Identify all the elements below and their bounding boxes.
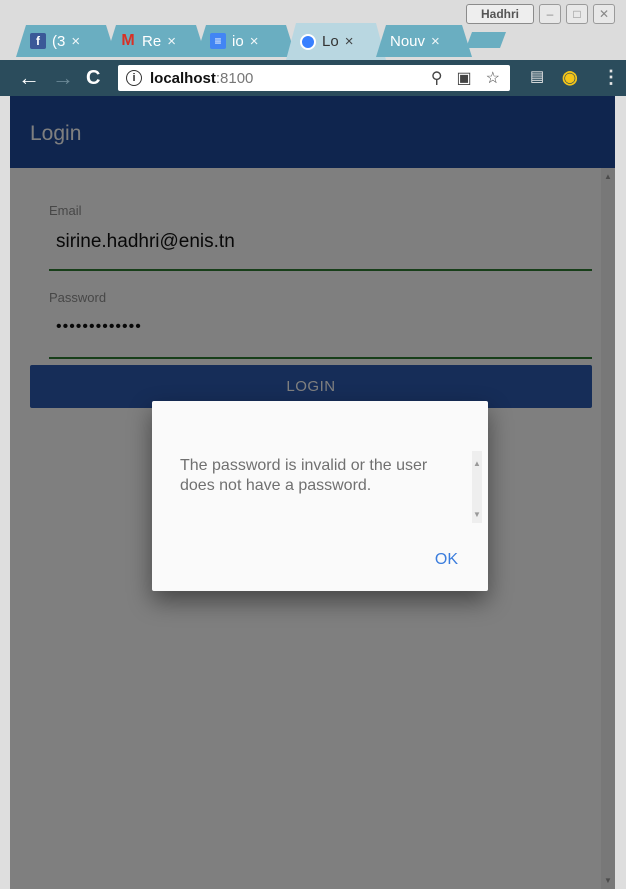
extension-c-icon[interactable]: ◉ <box>562 67 578 88</box>
minimize-icon[interactable]: – <box>539 4 561 24</box>
key-icon[interactable]: ⚲ <box>431 68 443 88</box>
tab-title: Nouv <box>390 32 426 50</box>
tab-title: Re <box>142 32 162 50</box>
gmail-icon: M <box>121 32 135 49</box>
tab-title: io <box>232 32 244 50</box>
facebook-icon: f <box>30 33 46 49</box>
address-bar[interactable]: i localhost:8100 ⚲ ▣ ☆ <box>118 65 510 91</box>
close-window-icon[interactable]: ✕ <box>593 4 615 24</box>
tab-close-icon[interactable]: × <box>167 33 176 50</box>
docs-icon: ≡ <box>210 33 226 49</box>
tab-close-icon[interactable]: × <box>431 33 440 50</box>
alert-dialog: The password is invalid or the user does… <box>152 401 488 591</box>
browser-toolbar: ← → C i localhost:8100 ⚲ ▣ ☆ ▤ ◉ ⋮ <box>0 60 626 96</box>
translate-icon[interactable]: ▣ <box>457 68 472 88</box>
tab-close-icon[interactable]: × <box>71 33 80 50</box>
reload-icon[interactable]: C <box>86 66 100 90</box>
profile-button[interactable]: Hadhri <box>466 4 534 24</box>
scroll-up-icon[interactable]: ▲ <box>473 459 481 468</box>
alert-scrollbar[interactable]: ▲ ▼ <box>472 451 482 523</box>
tab-title: (3 <box>52 32 66 50</box>
window-border-right <box>615 96 626 889</box>
back-icon[interactable]: ← <box>18 66 40 90</box>
info-icon[interactable]: i <box>126 70 142 86</box>
ok-button[interactable]: OK <box>435 551 458 569</box>
address-host: localhost <box>150 69 216 87</box>
tab-new[interactable]: Nouv × <box>376 25 472 57</box>
bookmark-star-icon[interactable]: ☆ <box>486 68 500 88</box>
window-border-left <box>0 96 10 889</box>
address-port: :8100 <box>215 69 254 87</box>
tab-close-icon[interactable]: × <box>345 33 354 50</box>
extension-icon[interactable]: ▤ <box>530 67 544 85</box>
tab-docs[interactable]: ≡ io × <box>196 25 296 57</box>
scroll-down-icon[interactable]: ▼ <box>473 510 481 519</box>
tab-title: Lo <box>322 33 339 50</box>
tab-gmail[interactable]: M Re × <box>106 25 206 57</box>
ionic-icon <box>300 34 316 50</box>
tab-login[interactable]: Lo × <box>286 23 386 60</box>
new-tab-button[interactable] <box>466 32 506 48</box>
forward-icon[interactable]: → <box>52 66 74 90</box>
tab-facebook[interactable]: f (3 × <box>16 25 116 57</box>
alert-message: The password is invalid or the user does… <box>180 457 428 494</box>
menu-icon[interactable]: ⋮ <box>602 67 620 88</box>
tab-close-icon[interactable]: × <box>250 33 259 50</box>
tab-strip: f (3 × M Re × ≡ io × Lo × Nouv × Hadhri … <box>0 0 626 60</box>
maximize-icon[interactable]: □ <box>566 4 588 24</box>
